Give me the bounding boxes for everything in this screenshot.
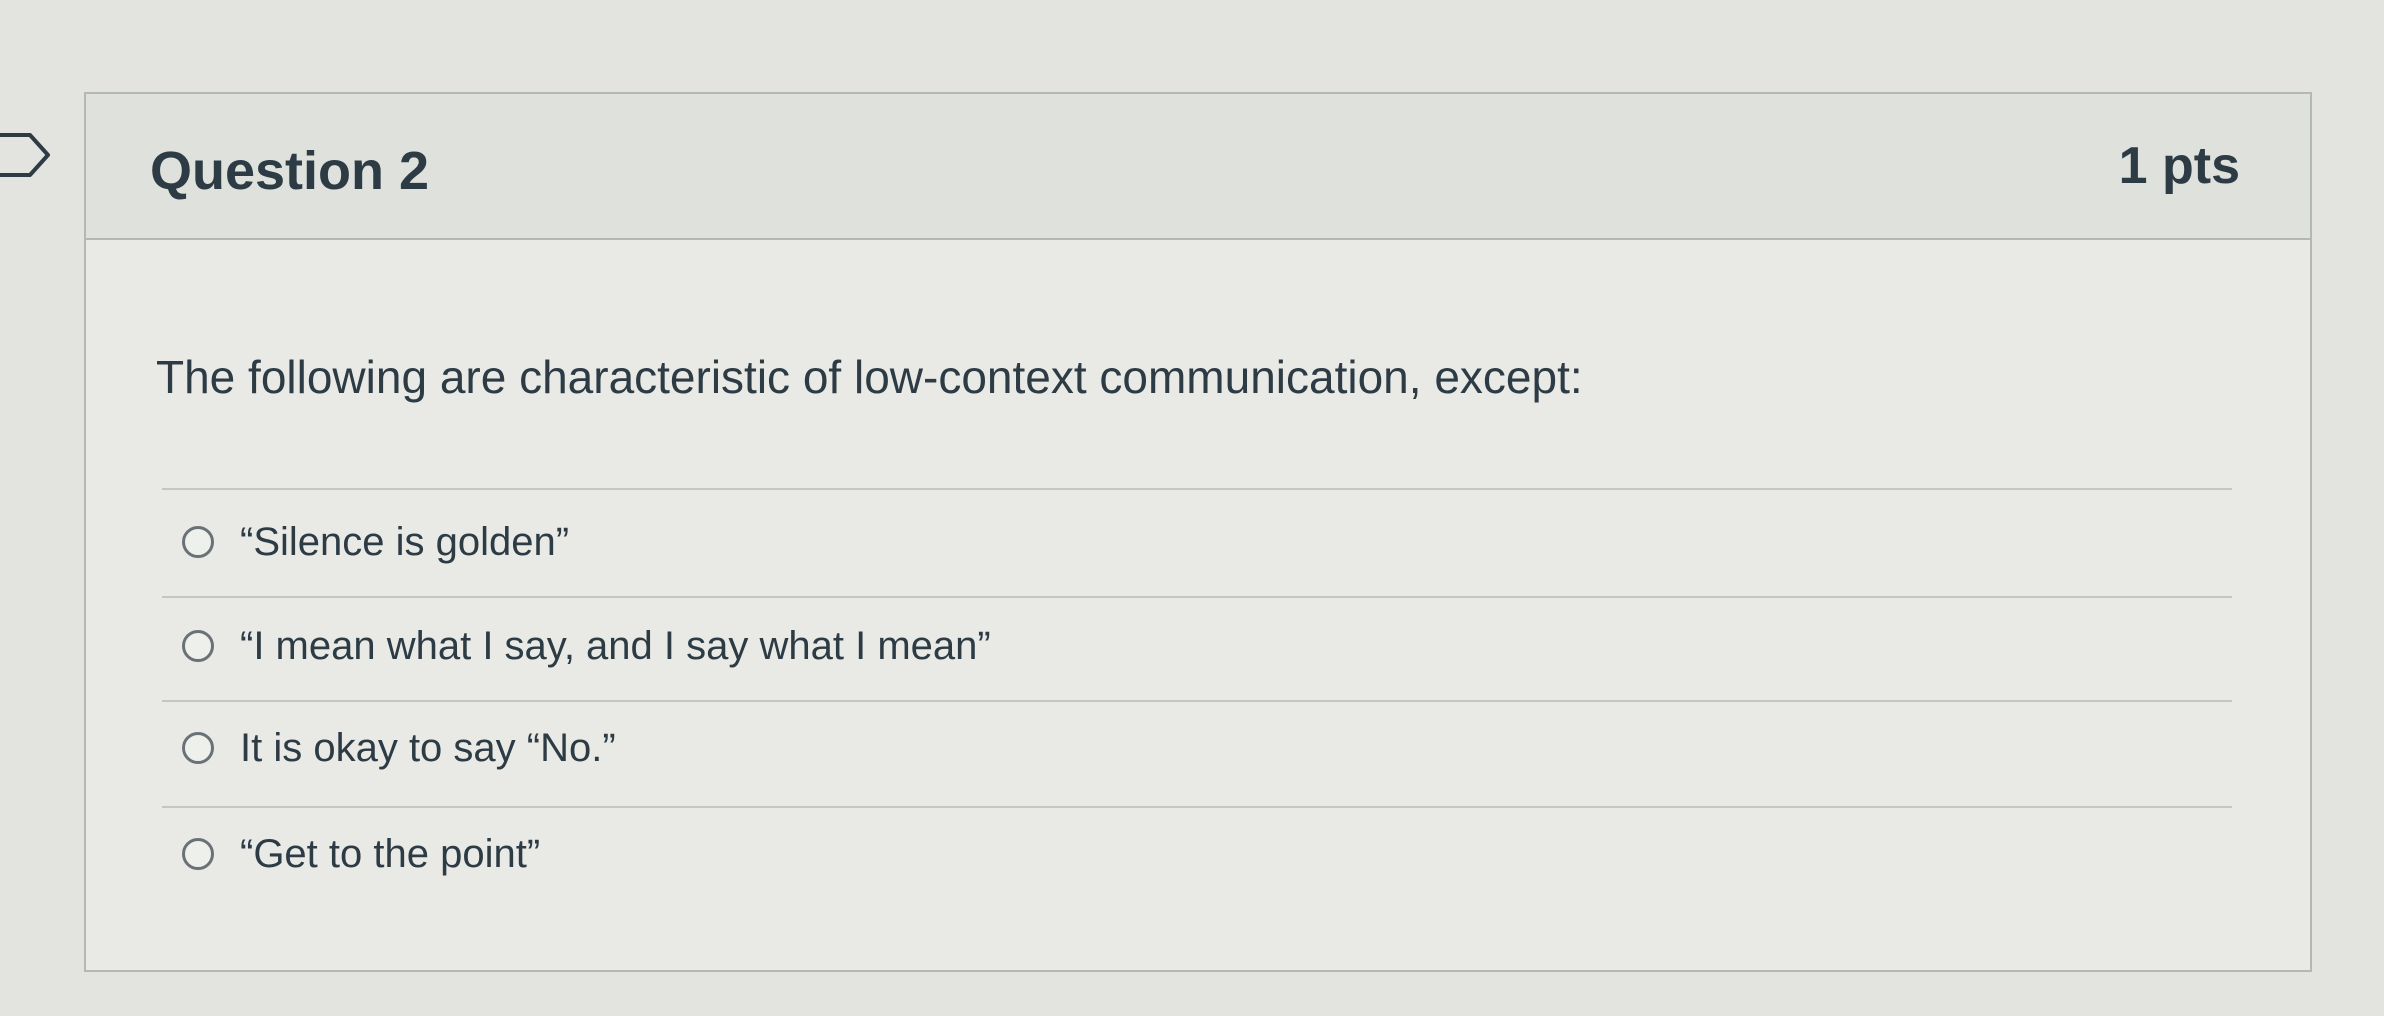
answer-label: “Get to the point” bbox=[240, 832, 541, 876]
answer-label: It is okay to say “No.” bbox=[240, 726, 616, 770]
question-card: Question 2 1 pts The following are chara… bbox=[84, 92, 2312, 972]
question-points: 1 pts bbox=[2118, 137, 2240, 195]
radio-unselected-icon[interactable] bbox=[182, 630, 214, 662]
question-text: The following are characteristic of low-… bbox=[156, 351, 1583, 403]
answers-top-divider bbox=[162, 488, 2232, 490]
radio-unselected-icon[interactable] bbox=[182, 526, 214, 558]
question-header: Question 2 1 pts bbox=[86, 94, 2310, 240]
answer-label: “Silence is golden” bbox=[240, 520, 570, 564]
flag-question-icon[interactable] bbox=[0, 127, 56, 183]
question-title: Question 2 bbox=[150, 141, 430, 201]
answer-label: “I mean what I say, and I say what I mea… bbox=[240, 624, 991, 668]
radio-unselected-icon[interactable] bbox=[182, 838, 214, 870]
answer-option-1[interactable]: “Silence is golden” bbox=[182, 522, 569, 562]
answer-divider bbox=[162, 700, 2232, 702]
answer-divider bbox=[162, 806, 2232, 808]
answer-divider bbox=[162, 596, 2232, 598]
answer-option-4[interactable]: “Get to the point” bbox=[182, 834, 540, 874]
radio-unselected-icon[interactable] bbox=[182, 732, 214, 764]
answer-option-3[interactable]: It is okay to say “No.” bbox=[182, 728, 616, 768]
answer-option-2[interactable]: “I mean what I say, and I say what I mea… bbox=[182, 626, 991, 666]
